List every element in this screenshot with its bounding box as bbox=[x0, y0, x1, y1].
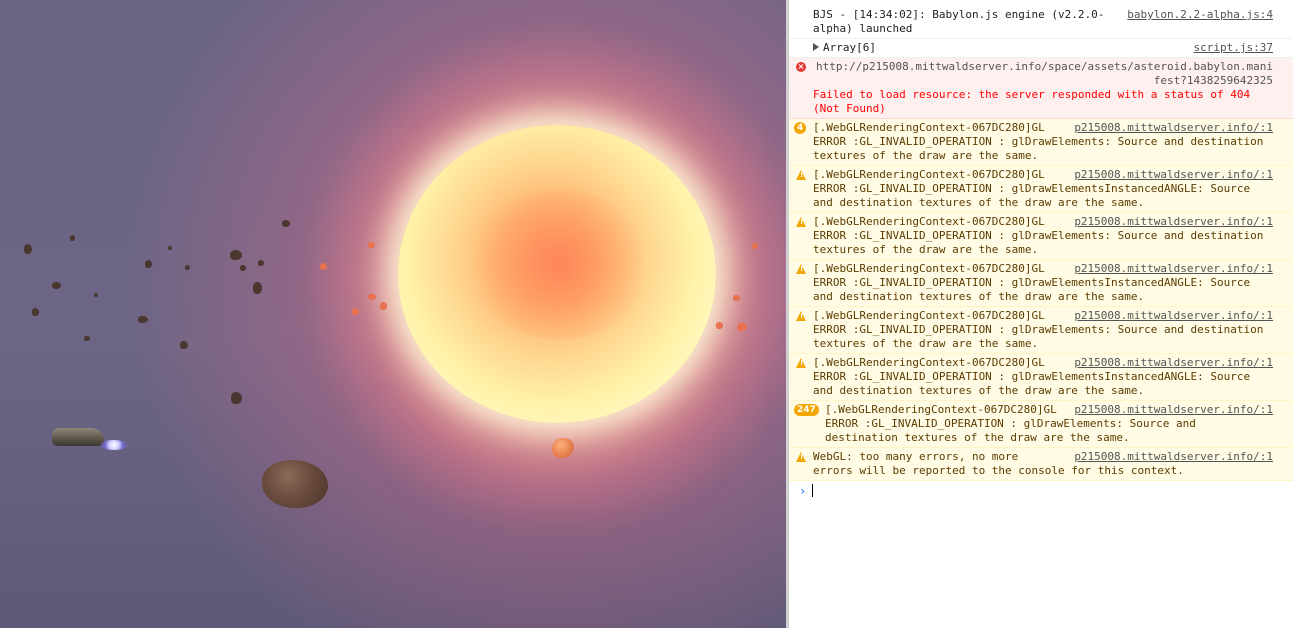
asteroid bbox=[70, 235, 75, 241]
message-source-link[interactable]: p215008.mittwaldserver.info/:1 bbox=[1074, 262, 1273, 276]
asteroid bbox=[380, 302, 387, 310]
asteroid bbox=[185, 265, 190, 270]
repeat-count-badge: 4 bbox=[794, 122, 807, 134]
asteroid bbox=[52, 282, 61, 289]
console-message-warning: 247 p215008.mittwaldserver.info/:1 [.Web… bbox=[789, 401, 1293, 448]
console-prompt[interactable]: › bbox=[789, 481, 1293, 501]
console-message-warning: p215008.mittwaldserver.info/:1 [.WebGLRe… bbox=[789, 260, 1293, 307]
message-source-link[interactable]: babylon.2.2-alpha.js:4 bbox=[1127, 8, 1273, 22]
asteroid bbox=[32, 308, 39, 316]
warning-icon bbox=[796, 358, 806, 368]
console-message-warning: p215008.mittwaldserver.info/:1 WebGL: to… bbox=[789, 448, 1293, 481]
message-text: BJS - [14:34:02]: Babylon.js engine (v2.… bbox=[813, 8, 1105, 35]
console-message: babylon.2.2-alpha.js:4 BJS - [14:34:02]:… bbox=[789, 0, 1293, 39]
message-source-link[interactable]: p215008.mittwaldserver.info/:1 bbox=[1074, 309, 1273, 323]
asteroid bbox=[716, 322, 723, 329]
asteroid bbox=[320, 263, 327, 270]
repeat-count-badge: 247 bbox=[794, 404, 819, 416]
asteroid bbox=[368, 294, 376, 300]
message-source-link[interactable]: p215008.mittwaldserver.info/:1 bbox=[1074, 403, 1273, 417]
text-caret bbox=[812, 484, 814, 497]
console-message-warning: 4 p215008.mittwaldserver.info/:1 [.WebGL… bbox=[789, 119, 1293, 166]
message-text: Failed to load resource: the server resp… bbox=[813, 88, 1257, 115]
game-canvas[interactable] bbox=[0, 0, 786, 628]
asteroid bbox=[352, 308, 359, 315]
asteroid bbox=[258, 260, 264, 266]
asteroid bbox=[168, 246, 172, 250]
message-source-link[interactable]: p215008.mittwaldserver.info/:1 bbox=[1074, 121, 1273, 135]
message-source-link[interactable]: p215008.mittwaldserver.info/:1 bbox=[1074, 450, 1273, 464]
asteroid bbox=[24, 244, 32, 254]
asteroid bbox=[733, 295, 740, 301]
asteroid bbox=[180, 341, 188, 349]
warning-icon bbox=[796, 452, 806, 462]
sun-hotspot bbox=[470, 190, 650, 340]
asteroid bbox=[368, 242, 375, 248]
asteroid bbox=[240, 265, 246, 271]
console-message-warning: p215008.mittwaldserver.info/:1 [.WebGLRe… bbox=[789, 213, 1293, 260]
message-source-link[interactable]: p215008.mittwaldserver.info/:1 bbox=[1074, 168, 1273, 182]
ship-engine-glow bbox=[100, 440, 128, 450]
asteroid bbox=[84, 336, 90, 341]
error-icon: × bbox=[796, 62, 806, 72]
console-message-warning: p215008.mittwaldserver.info/:1 [.WebGLRe… bbox=[789, 307, 1293, 354]
spaceship bbox=[52, 428, 104, 446]
console-message-warning: p215008.mittwaldserver.info/:1 [.WebGLRe… bbox=[789, 166, 1293, 213]
asteroid bbox=[752, 243, 758, 249]
message-source-link[interactable]: p215008.mittwaldserver.info/:1 bbox=[1074, 215, 1273, 229]
warning-icon bbox=[796, 170, 806, 180]
warning-icon bbox=[796, 264, 806, 274]
asteroid bbox=[282, 220, 290, 227]
asteroid-large bbox=[262, 460, 328, 508]
asteroid bbox=[230, 250, 242, 260]
console-message-error: × http://p215008.mittwaldserver.info/spa… bbox=[789, 58, 1293, 119]
asteroid bbox=[138, 316, 148, 323]
asteroid bbox=[231, 392, 242, 404]
warning-icon bbox=[796, 311, 806, 321]
expand-triangle-icon[interactable] bbox=[813, 43, 819, 51]
message-text[interactable]: Array[6] bbox=[823, 41, 876, 54]
error-url[interactable]: http://p215008.mittwaldserver.info/space… bbox=[813, 60, 1273, 88]
asteroid bbox=[737, 323, 747, 331]
asteroid bbox=[94, 293, 98, 297]
console-message: script.js:37 Array[6] bbox=[789, 39, 1293, 58]
asteroid bbox=[145, 260, 152, 268]
devtools-console: babylon.2.2-alpha.js:4 BJS - [14:34:02]:… bbox=[789, 0, 1293, 628]
message-source-link[interactable]: p215008.mittwaldserver.info/:1 bbox=[1074, 356, 1273, 370]
warning-icon bbox=[796, 217, 806, 227]
prompt-chevron-icon: › bbox=[799, 484, 807, 498]
message-source-link[interactable]: script.js:37 bbox=[1194, 41, 1273, 55]
asteroid bbox=[253, 282, 262, 294]
console-message-warning: p215008.mittwaldserver.info/:1 [.WebGLRe… bbox=[789, 354, 1293, 401]
